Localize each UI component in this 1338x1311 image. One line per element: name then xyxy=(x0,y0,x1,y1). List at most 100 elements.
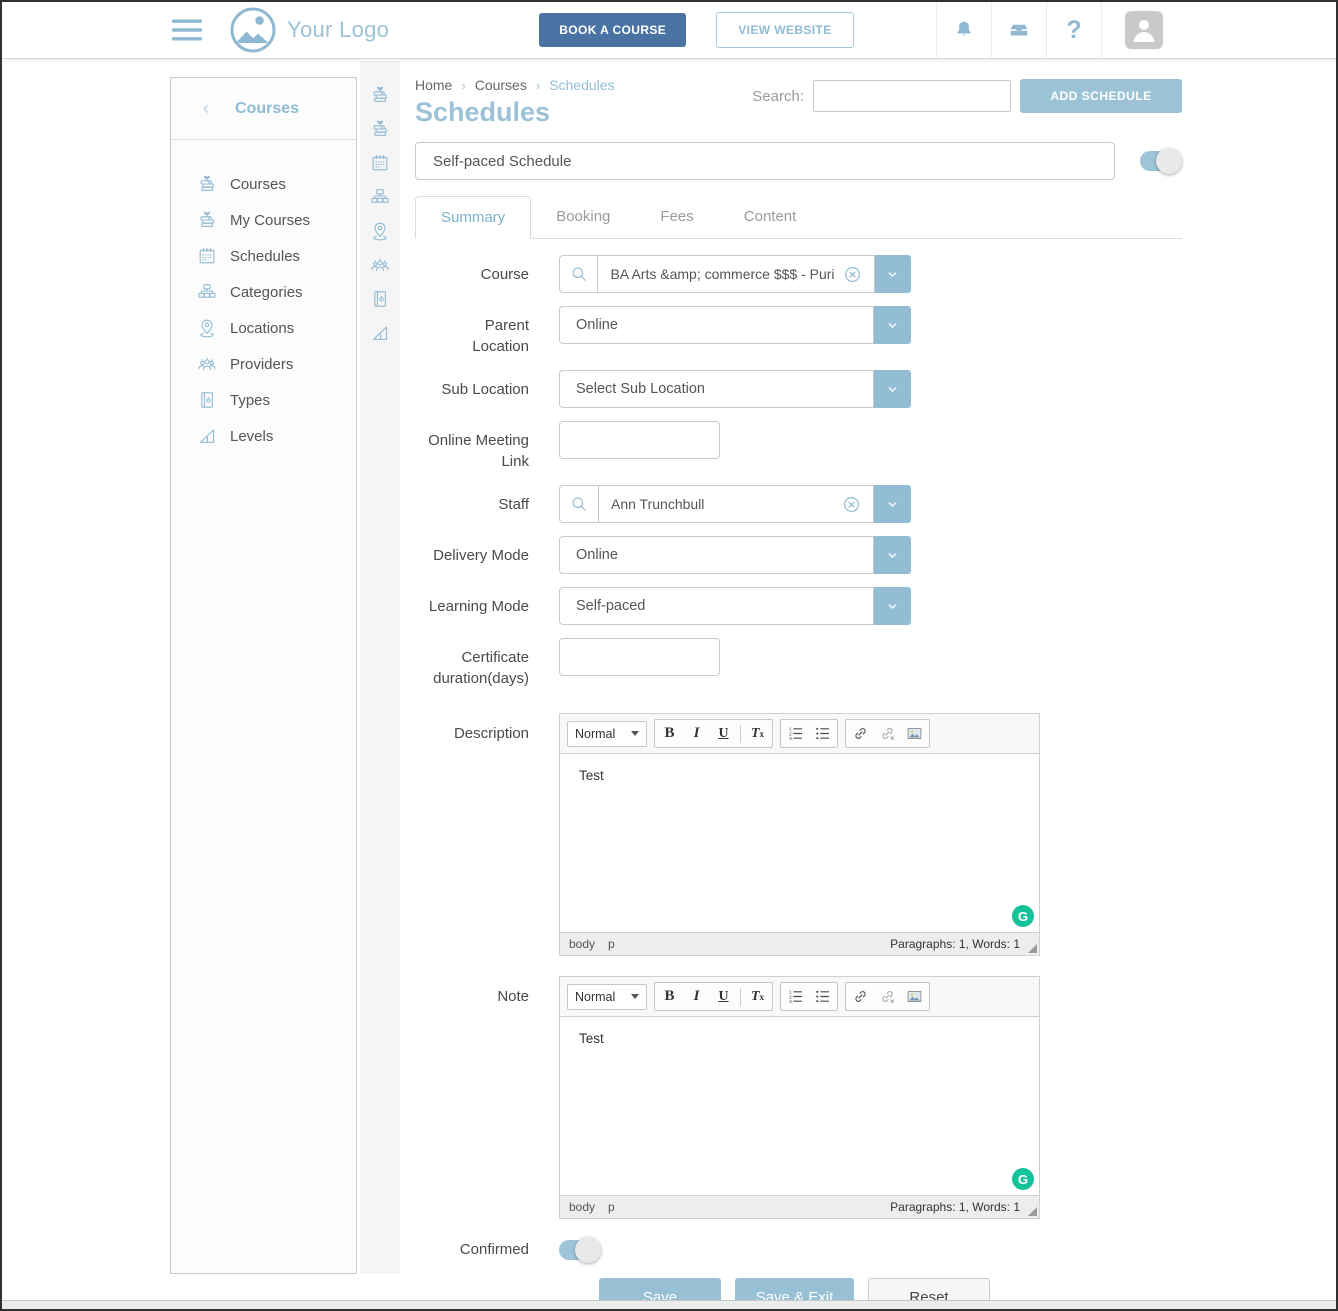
parent-location-row: Parent Location Online xyxy=(415,306,1182,357)
providers-icon xyxy=(197,354,217,374)
schedule-enabled-toggle[interactable] xyxy=(1140,151,1178,171)
resize-handle[interactable] xyxy=(1028,1207,1037,1216)
link-button[interactable] xyxy=(847,721,874,746)
user-avatar[interactable] xyxy=(1101,2,1186,58)
underline-button[interactable]: U xyxy=(710,721,737,746)
confirmed-toggle[interactable] xyxy=(559,1240,597,1260)
link-button[interactable] xyxy=(847,984,874,1009)
online-meeting-link-row: Online Meeting Link xyxy=(415,421,1182,472)
search-input[interactable] xyxy=(813,80,1011,112)
breadcrumb-courses[interactable]: Courses xyxy=(475,77,527,93)
word-count: Paragraphs: 1, Words: 1 xyxy=(890,937,1030,951)
notifications-button[interactable] xyxy=(936,2,991,58)
ordered-list-button[interactable] xyxy=(782,984,809,1009)
sidebar-item-schedules[interactable]: Schedules xyxy=(171,238,356,274)
tab-fees[interactable]: Fees xyxy=(635,196,718,238)
sidebar-item-locations[interactable]: Locations xyxy=(171,310,356,346)
remove-format-button[interactable]: Tx xyxy=(744,721,771,746)
tab-booking[interactable]: Booking xyxy=(531,196,635,238)
schedules-icon xyxy=(197,246,217,266)
path-body[interactable]: body xyxy=(569,1200,595,1214)
menu-icon[interactable] xyxy=(172,18,202,42)
delivery-mode-value[interactable]: Online xyxy=(559,536,874,574)
sidebar-item-courses[interactable]: Courses xyxy=(171,166,356,202)
view-website-button[interactable]: VIEW WEBSITE xyxy=(716,12,853,48)
course-select: BA Arts &amp; commerce $$$ - Puri xyxy=(559,255,911,293)
breadcrumb-home[interactable]: Home xyxy=(415,77,452,93)
bullet-list-button[interactable] xyxy=(809,721,836,746)
course-search-button[interactable] xyxy=(559,255,597,293)
add-schedule-button[interactable]: ADD SCHEDULE xyxy=(1020,79,1182,113)
sidebar-item-levels[interactable]: Levels xyxy=(171,418,356,454)
delivery-mode-select: Online xyxy=(559,536,911,574)
rail-providers-icon[interactable] xyxy=(370,255,390,275)
logo[interactable]: Your Logo xyxy=(230,7,389,53)
bullet-list-button[interactable] xyxy=(809,984,836,1009)
book-a-course-button[interactable]: BOOK A COURSE xyxy=(539,13,686,47)
inbox-button[interactable] xyxy=(991,2,1046,58)
sidebar-back[interactable]: Courses xyxy=(171,78,356,140)
format-dropdown[interactable]: Normal xyxy=(567,984,647,1010)
sidebar-item-label: Categories xyxy=(230,284,303,301)
unlink-button[interactable] xyxy=(874,984,901,1009)
course-label: Course xyxy=(415,255,529,293)
format-dropdown[interactable]: Normal xyxy=(567,721,647,747)
course-dropdown-button[interactable] xyxy=(875,255,911,293)
clear-icon[interactable] xyxy=(842,495,861,514)
schedule-name-input[interactable] xyxy=(415,142,1115,180)
rail-my-courses-icon[interactable] xyxy=(370,119,390,139)
rail-types-icon[interactable] xyxy=(370,289,390,309)
image-button[interactable] xyxy=(901,721,928,746)
grammarly-icon[interactable]: G xyxy=(1012,1168,1034,1190)
sub-location-value[interactable]: Select Sub Location xyxy=(559,370,874,408)
staff-search-button[interactable] xyxy=(559,485,598,523)
description-label: Description xyxy=(415,713,529,956)
sidebar-item-categories[interactable]: Categories xyxy=(171,274,356,310)
rail-courses-icon[interactable] xyxy=(370,85,390,105)
remove-format-button[interactable]: Tx xyxy=(744,984,771,1009)
parent-location-dropdown-button[interactable] xyxy=(874,306,911,344)
certificate-duration-input[interactable] xyxy=(559,638,720,676)
bold-button[interactable]: B xyxy=(656,984,683,1009)
ordered-list-button[interactable] xyxy=(782,721,809,746)
image-button[interactable] xyxy=(901,984,928,1009)
course-value-box[interactable]: BA Arts &amp; commerce $$$ - Puri xyxy=(597,255,874,293)
online-meeting-link-input[interactable] xyxy=(559,421,720,459)
unlink-button[interactable] xyxy=(874,721,901,746)
grammarly-icon[interactable]: G xyxy=(1012,905,1034,927)
help-button[interactable]: ? xyxy=(1046,2,1101,58)
bottom-scrollbar-strip[interactable] xyxy=(2,1300,1336,1309)
path-body[interactable]: body xyxy=(569,937,595,951)
staff-dropdown-button[interactable] xyxy=(874,485,911,523)
learning-mode-dropdown-button[interactable] xyxy=(874,587,911,625)
delivery-mode-dropdown-button[interactable] xyxy=(874,536,911,574)
sidebar-item-my-courses[interactable]: My Courses xyxy=(171,202,356,238)
bullet-list-icon xyxy=(814,725,831,742)
underline-button[interactable]: U xyxy=(710,984,737,1009)
tab-content[interactable]: Content xyxy=(719,196,822,238)
note-content-area[interactable]: Test G xyxy=(560,1017,1039,1195)
tab-summary[interactable]: Summary xyxy=(415,196,531,239)
rail-categories-icon[interactable] xyxy=(370,187,390,207)
path-p[interactable]: p xyxy=(608,1200,615,1214)
rail-locations-icon[interactable] xyxy=(370,221,390,241)
sidebar-item-types[interactable]: Types xyxy=(171,382,356,418)
element-path: body p xyxy=(569,937,615,951)
rail-levels-icon[interactable] xyxy=(370,323,390,343)
chevron-down-icon xyxy=(885,267,900,282)
rail-schedules-icon[interactable] xyxy=(370,153,390,173)
sub-location-dropdown-button[interactable] xyxy=(874,370,911,408)
my-courses-icon xyxy=(197,210,217,230)
italic-button[interactable]: I xyxy=(683,721,710,746)
description-content-area[interactable]: Test G xyxy=(560,754,1039,932)
bold-button[interactable]: B xyxy=(656,721,683,746)
staff-value-box[interactable]: Ann Trunchbull xyxy=(598,485,874,523)
path-p[interactable]: p xyxy=(608,937,615,951)
learning-mode-value[interactable]: Self-paced xyxy=(559,587,874,625)
resize-handle[interactable] xyxy=(1028,944,1037,953)
sidebar-item-providers[interactable]: Providers xyxy=(171,346,356,382)
clear-icon[interactable] xyxy=(843,265,862,284)
italic-button[interactable]: I xyxy=(683,984,710,1009)
sidebar-title: Courses xyxy=(235,100,299,118)
parent-location-value[interactable]: Online xyxy=(559,306,874,344)
